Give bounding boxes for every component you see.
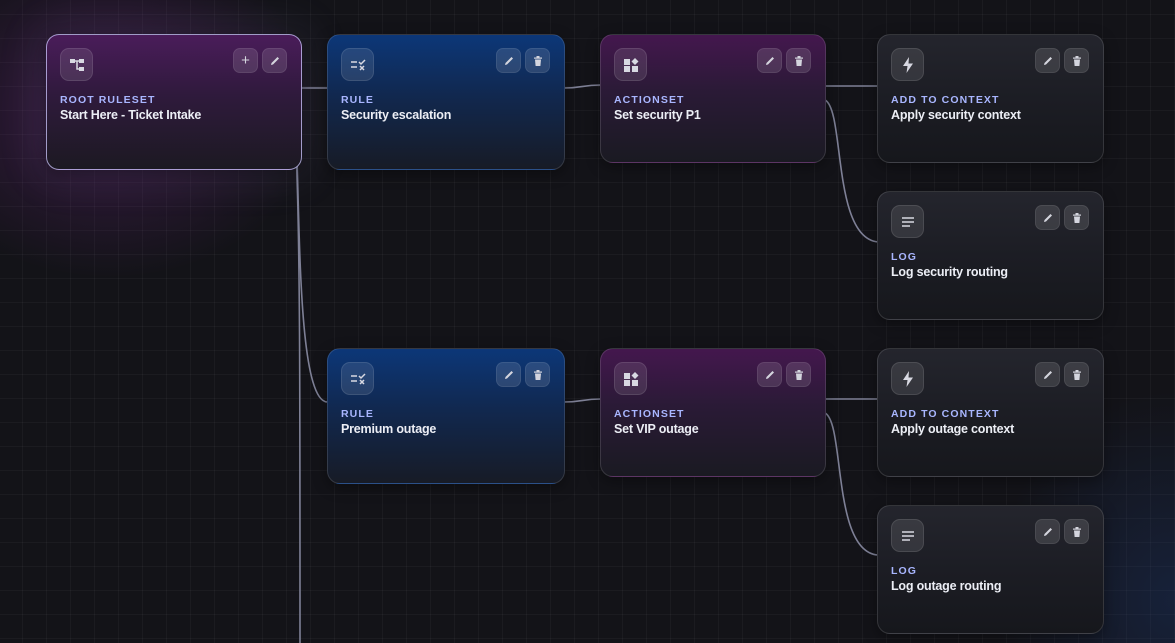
delete-button[interactable] (1064, 48, 1089, 73)
delete-button[interactable] (525, 48, 550, 73)
trash-icon (1072, 526, 1081, 537)
pencil-icon (270, 56, 279, 65)
node-type-label: LOG (891, 565, 918, 577)
node-title: Apply outage context (891, 422, 1015, 436)
node-title: Security escalation (341, 108, 452, 122)
edit-button[interactable] (1035, 519, 1060, 544)
node-type-label: ACTIONSET (614, 94, 685, 106)
edge-actionset-to-log-outage (824, 412, 879, 556)
edit-button[interactable] (1035, 48, 1060, 73)
log-lines-icon (891, 519, 924, 552)
node-type-label: ADD TO CONTEXT (891, 408, 1000, 420)
trash-icon (794, 369, 803, 380)
trash-icon (1072, 212, 1081, 223)
delete-button[interactable] (1064, 362, 1089, 387)
edit-button[interactable] (496, 362, 521, 387)
actionset-shapes-icon (614, 48, 647, 81)
add-child-button[interactable]: + (233, 48, 258, 73)
delete-button[interactable] (1064, 519, 1089, 544)
delete-button[interactable] (525, 362, 550, 387)
node-title: Apply security context (891, 108, 1021, 122)
edge-rule-outage-to-actionset (563, 398, 602, 403)
pencil-icon (504, 56, 513, 65)
node-title: Log outage routing (891, 579, 1002, 593)
node-title: Set VIP outage (614, 422, 699, 436)
edge-rule-security-to-actionset (563, 84, 602, 89)
edge-root-to-rule-outage (296, 159, 328, 403)
edit-button[interactable] (1035, 362, 1060, 387)
edit-button[interactable] (757, 362, 782, 387)
pencil-icon (1043, 370, 1052, 379)
pencil-icon (1043, 56, 1052, 65)
node-title: Start Here - Ticket Intake (60, 108, 202, 122)
delete-button[interactable] (1064, 205, 1089, 230)
node-root-ruleset[interactable]: + ROOT RULESET Start Here - Ticket Intak… (46, 34, 302, 170)
node-type-label: ADD TO CONTEXT (891, 94, 1000, 106)
actionset-shapes-icon (614, 362, 647, 395)
node-log-outage[interactable]: LOG Log outage routing (877, 505, 1104, 634)
trash-icon (533, 369, 542, 380)
pencil-icon (1043, 213, 1052, 222)
trash-icon (1072, 369, 1081, 380)
rule-check-icon (341, 48, 374, 81)
edge-actionset-to-log-security (824, 99, 879, 243)
delete-button[interactable] (786, 362, 811, 387)
edge-root-trunk (295, 149, 301, 643)
trash-icon (1072, 55, 1081, 66)
trash-icon (533, 55, 542, 66)
pencil-icon (1043, 527, 1052, 536)
pencil-icon (765, 370, 774, 379)
node-actionset-security[interactable]: ACTIONSET Set security P1 (600, 34, 826, 163)
node-title: Log security routing (891, 265, 1008, 279)
node-type-label: LOG (891, 251, 918, 263)
node-type-label: RULE (341, 94, 374, 106)
node-add-context-security[interactable]: ADD TO CONTEXT Apply security context (877, 34, 1104, 163)
node-title: Premium outage (341, 422, 437, 436)
edit-button[interactable] (1035, 205, 1060, 230)
node-actionset-outage[interactable]: ACTIONSET Set VIP outage (600, 348, 826, 477)
edit-button[interactable] (496, 48, 521, 73)
node-type-label: RULE (341, 408, 374, 420)
trash-icon (794, 55, 803, 66)
log-lines-icon (891, 205, 924, 238)
node-rule-security[interactable]: RULE Security escalation (327, 34, 565, 170)
pencil-icon (765, 56, 774, 65)
pencil-icon (504, 370, 513, 379)
edit-button[interactable] (262, 48, 287, 73)
ruleset-tree-icon (60, 48, 93, 81)
lightning-icon (891, 362, 924, 395)
node-type-label: ACTIONSET (614, 408, 685, 420)
delete-button[interactable] (786, 48, 811, 73)
node-log-security[interactable]: LOG Log security routing (877, 191, 1104, 320)
node-rule-outage[interactable]: RULE Premium outage (327, 348, 565, 484)
node-title: Set security P1 (614, 108, 701, 122)
node-type-label: ROOT RULESET (60, 94, 156, 106)
flow-canvas[interactable]: + ROOT RULESET Start Here - Ticket Intak… (0, 0, 1175, 643)
lightning-icon (891, 48, 924, 81)
edit-button[interactable] (757, 48, 782, 73)
rule-check-icon (341, 362, 374, 395)
node-add-context-outage[interactable]: ADD TO CONTEXT Apply outage context (877, 348, 1104, 477)
